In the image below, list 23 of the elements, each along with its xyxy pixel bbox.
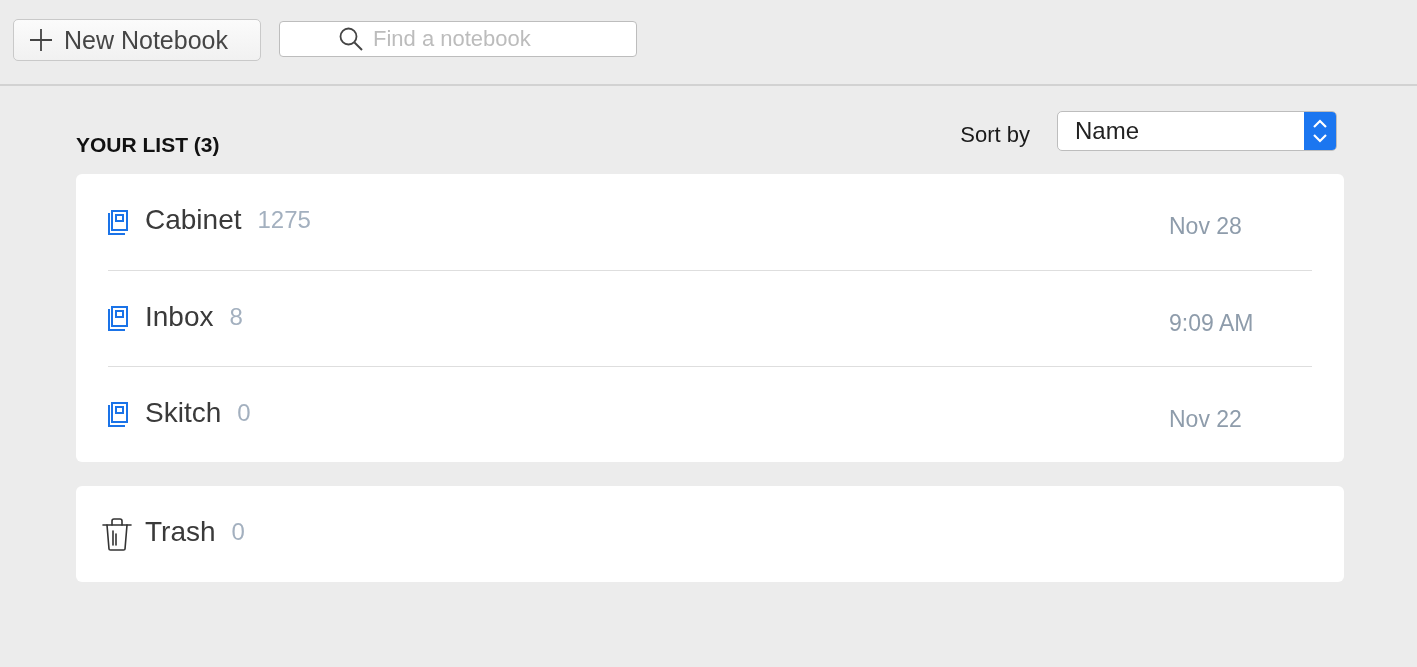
notebook-icon <box>108 209 129 235</box>
note-count: 8 <box>229 302 243 331</box>
trash-name[interactable]: Trash <box>145 516 216 548</box>
search-field[interactable]: Find a notebook <box>279 21 637 57</box>
notebook-date: Nov 22 <box>1169 406 1242 433</box>
sort-select[interactable]: Name <box>1057 111 1337 151</box>
notebook-icon <box>108 306 129 331</box>
plus-icon <box>30 29 52 51</box>
notebook-name[interactable]: Cabinet <box>145 204 242 236</box>
new-notebook-button[interactable]: New Notebook <box>13 19 261 61</box>
list-title: YOUR LIST (3) <box>76 133 220 157</box>
notebook-icon <box>108 402 129 427</box>
notebook-date: Nov 28 <box>1169 213 1242 240</box>
sort-label: Sort by <box>960 122 1030 148</box>
note-count: 0 <box>237 398 251 427</box>
notebook-date: 9:09 AM <box>1169 310 1254 337</box>
trash-icon <box>102 517 132 551</box>
stepper-icon <box>1304 112 1336 150</box>
search-icon <box>339 27 363 51</box>
notebook-name[interactable]: Skitch <box>145 396 222 429</box>
trash-count: 0 <box>231 518 245 546</box>
note-count: 1275 <box>257 206 311 234</box>
notebook-name[interactable]: Inbox <box>145 300 214 333</box>
